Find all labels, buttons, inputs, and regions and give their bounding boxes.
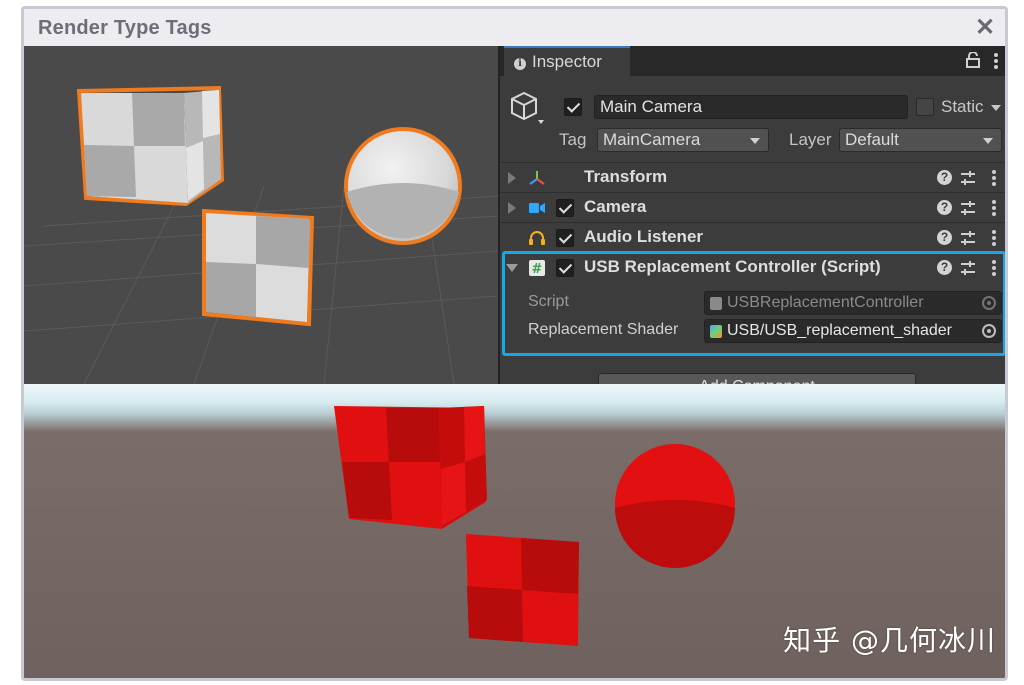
component-name: Camera [584,197,647,216]
camera-icon [529,203,545,213]
component-enabled-checkbox[interactable] [556,199,574,217]
foldout-arrow-icon[interactable] [508,202,516,214]
transform-icon [529,171,545,185]
presets-icon[interactable] [960,170,976,186]
static-dropdown-icon[interactable] [991,105,1001,111]
checker-sphere[interactable] [344,127,462,245]
static-label[interactable]: Static [941,97,984,117]
component-camera[interactable]: Camera ? [500,192,1005,222]
active-checkbox[interactable] [564,98,582,116]
title-bar: Render Type Tags ✕ [24,9,1005,46]
tag-label: Tag [559,130,587,149]
render-type-tags-window: Render Type Tags ✕ i Inspector Main Came… [21,6,1008,681]
chevron-down-icon [983,138,993,144]
layer-label: Layer [789,130,832,149]
component-name: Audio Listener [584,227,704,246]
inspector-panel: i Inspector Main Camera Static Tag MainCa… [498,46,1005,384]
watermark: 知乎 @几何冰川 [783,624,996,657]
game-view: 知乎 @几何冰川 [24,384,1005,678]
inspector-menu-icon[interactable] [994,53,998,69]
tag-value: MainCamera [603,130,701,149]
close-icon[interactable]: ✕ [973,13,997,42]
help-icon[interactable]: ? [937,200,952,215]
foldout-arrow-icon[interactable] [508,172,516,184]
component-menu-icon[interactable] [992,230,996,246]
headphones-icon [529,231,545,245]
layer-value: Default [845,130,899,149]
window-title: Render Type Tags [38,17,212,39]
scene-viewport [24,85,498,384]
red-cube [334,406,487,529]
red-sphere [615,444,735,568]
object-name-field[interactable]: Main Camera [594,95,908,119]
component-transform[interactable]: Transform ? [500,162,1005,192]
layer-dropdown[interactable]: Default [839,128,1002,152]
help-icon[interactable]: ? [937,230,952,245]
tab-inspector[interactable]: i Inspector [504,46,630,76]
add-component-button[interactable]: Add Component [598,373,916,384]
gameobject-cube-icon [511,91,544,124]
chevron-down-icon [750,138,760,144]
static-checkbox[interactable] [916,98,934,116]
checker-cube[interactable] [76,85,225,207]
red-quad [466,534,579,646]
lock-icon[interactable] [966,52,980,68]
tag-dropdown[interactable]: MainCamera [597,128,769,152]
tab-inspector-label: Inspector [532,52,602,71]
component-name: Transform [584,167,668,186]
presets-icon[interactable] [960,230,976,246]
component-menu-icon[interactable] [992,170,996,186]
inspector-tab-bar: i Inspector [500,46,1005,76]
checker-quad[interactable] [202,208,315,327]
scene-view[interactable] [24,46,498,384]
component-enabled-checkbox[interactable] [556,229,574,247]
component-menu-icon[interactable] [992,200,996,216]
info-icon: i [514,58,526,70]
presets-icon[interactable] [960,200,976,216]
highlight-outline [502,251,1005,356]
component-audio-listener[interactable]: Audio Listener ? [500,222,1005,252]
help-icon[interactable]: ? [937,170,952,185]
